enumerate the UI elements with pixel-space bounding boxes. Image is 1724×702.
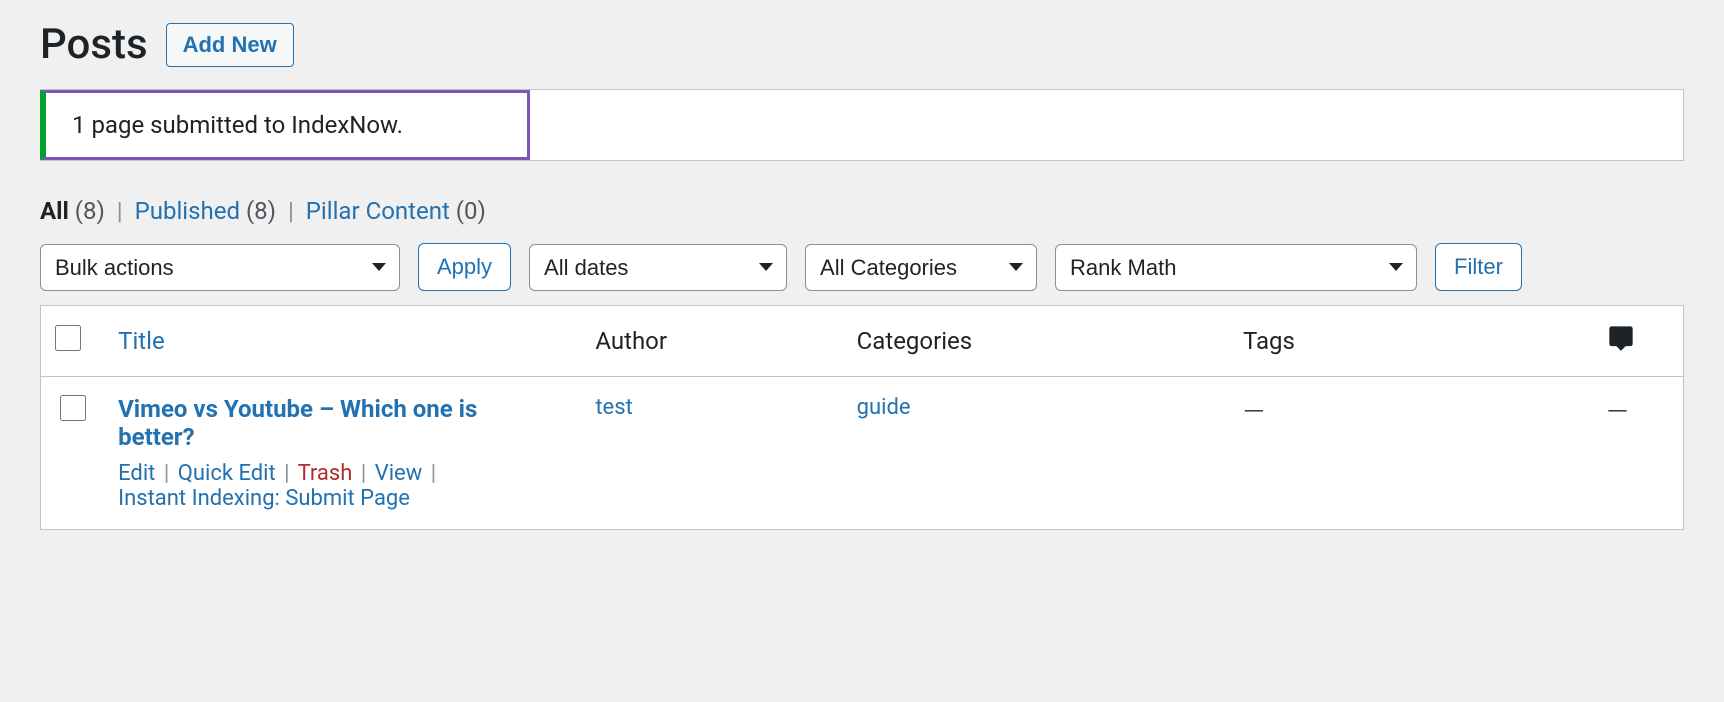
page-title: Posts <box>40 20 148 69</box>
category-link[interactable]: guide <box>857 395 911 420</box>
post-title-link[interactable]: Vimeo vs Youtube – Which one is better? <box>118 395 498 451</box>
notice-bar: 1 page submitted to IndexNow. <box>40 89 1684 161</box>
rankmath-select[interactable]: Rank Math <box>1055 244 1417 291</box>
row-checkbox[interactable] <box>60 395 86 421</box>
row-actions: Edit | Quick Edit | Trash | View | Insta… <box>118 461 567 511</box>
column-tags: Tags <box>1229 306 1593 377</box>
comments-cell: — <box>1607 395 1629 428</box>
status-filter-links: All (8) | Published (8) | Pillar Content… <box>40 197 1684 225</box>
column-title[interactable]: Title <box>104 306 581 377</box>
dates-select[interactable]: All dates <box>529 244 787 291</box>
instant-indexing-link[interactable]: Instant Indexing: Submit Page <box>118 486 410 511</box>
quick-edit-link[interactable]: Quick Edit <box>178 461 276 486</box>
column-author: Author <box>581 306 842 377</box>
apply-button[interactable]: Apply <box>418 243 511 291</box>
filter-published[interactable]: Published <box>135 197 240 225</box>
table-row: Vimeo vs Youtube – Which one is better? … <box>41 377 1684 530</box>
view-link[interactable]: View <box>375 461 423 486</box>
select-all-checkbox[interactable] <box>55 325 81 351</box>
filter-published-count: (8) <box>246 197 276 225</box>
categories-select[interactable]: All Categories <box>805 244 1037 291</box>
column-categories: Categories <box>843 306 1229 377</box>
filter-button[interactable]: Filter <box>1435 243 1522 291</box>
trash-link[interactable]: Trash <box>298 461 353 486</box>
tags-cell: — <box>1243 395 1265 428</box>
filter-pillar[interactable]: Pillar Content <box>306 197 450 225</box>
author-link[interactable]: test <box>595 395 632 420</box>
edit-link[interactable]: Edit <box>118 461 155 486</box>
comment-icon <box>1607 324 1635 358</box>
filter-all-count: (8) <box>75 197 105 225</box>
indexnow-notice: 1 page submitted to IndexNow. <box>40 90 530 160</box>
posts-table: Title Author Categories Tags Vimeo vs Yo… <box>40 305 1684 530</box>
column-comments[interactable] <box>1593 306 1684 377</box>
add-new-button[interactable]: Add New <box>166 23 294 67</box>
filter-pillar-count: (0) <box>456 197 486 225</box>
bulk-actions-select[interactable]: Bulk actions <box>40 244 400 291</box>
filter-all[interactable]: All <box>40 197 69 225</box>
